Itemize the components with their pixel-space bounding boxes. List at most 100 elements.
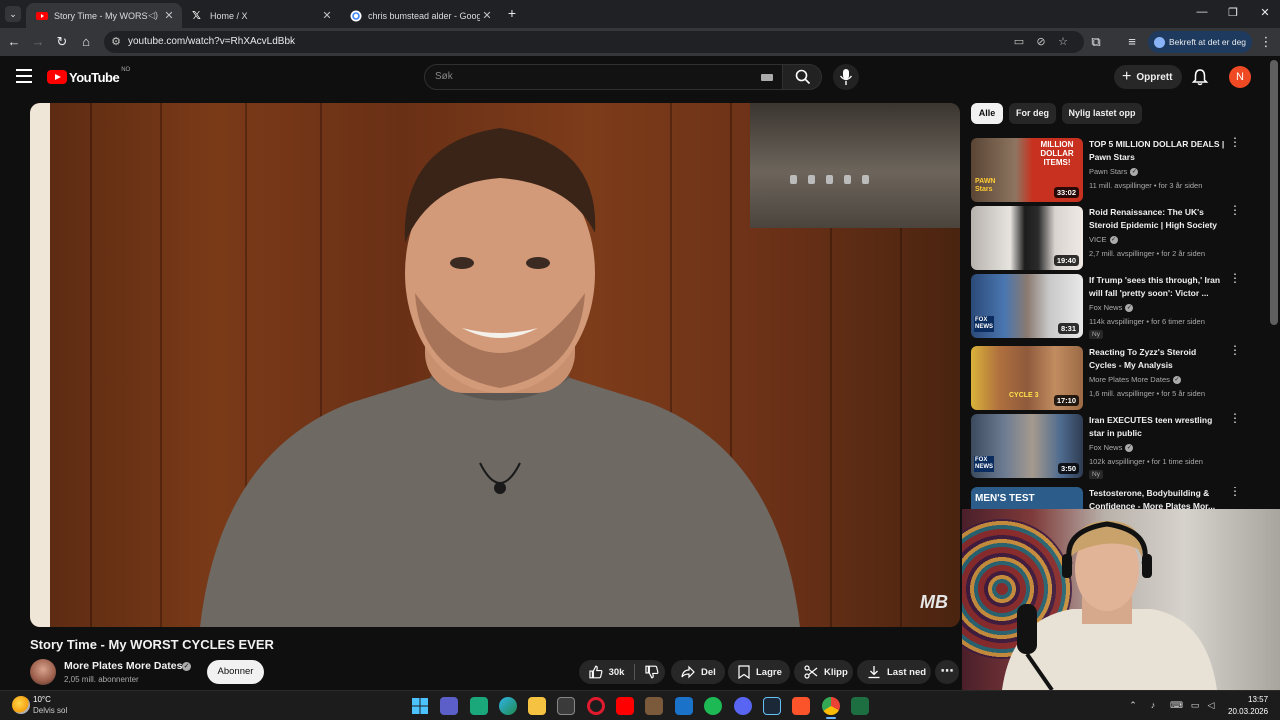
channel-avatar[interactable]	[30, 659, 56, 685]
video-title[interactable]: Testosterone, Bodybuilding & Confidence …	[1089, 487, 1225, 509]
extensions-icon[interactable]: ⧉	[1088, 34, 1104, 50]
tab-audio-icon[interactable]: ◁)	[148, 10, 158, 21]
spotify-icon[interactable]	[704, 697, 722, 715]
minimize-icon[interactable]: —	[1194, 6, 1210, 18]
video-title[interactable]: Roid Renaissance: The UK's Steroid Epide…	[1089, 206, 1225, 232]
clip-button[interactable]: Klipp	[794, 660, 853, 684]
video-title[interactable]: If Trump 'sees this through,' Iran will …	[1089, 274, 1225, 300]
youtube-logo[interactable]: YouTube NO	[47, 67, 130, 85]
tray-volume-icon[interactable]: ◁	[1206, 700, 1216, 710]
like-count[interactable]: 30k	[609, 667, 625, 678]
browser-tab-google[interactable]: chris bumstead alder - Google ✕	[340, 3, 500, 28]
thumbs-up-icon[interactable]	[589, 665, 603, 679]
recommended-video[interactable]: 19:40 Roid Renaissance: The UK's Steroid…	[971, 204, 1261, 270]
browser-tab-youtube[interactable]: Story Time - My WORST CY ◁) ✕	[26, 3, 182, 28]
address-bar[interactable]: ⚙ youtube.com/watch?v=RhXAcvLdBbk ▭ ⊘ ☆	[104, 31, 1084, 53]
video-title[interactable]: Iran EXECUTES teen wrestling star in pub…	[1089, 414, 1225, 440]
close-window-icon[interactable]: ✕	[1257, 6, 1273, 19]
tray-keyboard-icon[interactable]: ⌨	[1170, 700, 1183, 710]
create-button[interactable]: + Opprett	[1114, 65, 1182, 89]
terminal-app-icon[interactable]	[470, 697, 488, 715]
filter-chip-all[interactable]: Alle	[971, 103, 1003, 124]
weather-sun-icon[interactable]	[12, 696, 30, 714]
new-tab-button[interactable]: +	[505, 6, 519, 20]
download-button[interactable]: Last ned	[857, 660, 931, 684]
reload-icon[interactable]: ↻	[54, 34, 70, 50]
search-input[interactable]: Søk	[424, 64, 784, 90]
video-menu-icon[interactable]: ⋮	[1229, 204, 1241, 216]
save-button[interactable]: Lagre	[728, 660, 790, 684]
filter-chip-recent[interactable]: Nylig lastet opp	[1062, 103, 1142, 124]
video-thumbnail[interactable]: MILLION DOLLAR ITEMS! PAWN Stars 33:02	[971, 138, 1083, 202]
video-menu-icon[interactable]: ⋮	[1229, 344, 1241, 356]
voice-search-button[interactable]	[833, 64, 859, 90]
channel-name[interactable]: VICE ✓	[1089, 235, 1118, 245]
recommended-video[interactable]: FOX NEWS 8:31 If Trump 'sees this throug…	[971, 272, 1261, 339]
excel-icon[interactable]	[851, 697, 869, 715]
filter-chip-for-you[interactable]: For deg	[1009, 103, 1056, 124]
back-arrow-icon[interactable]: ←	[6, 34, 22, 50]
video-thumbnail[interactable]: FOX NEWS 8:31	[971, 274, 1083, 338]
bookmark-star-icon[interactable]: ☆	[1056, 35, 1070, 49]
steam-icon[interactable]	[763, 697, 781, 715]
thumbs-down-icon[interactable]	[645, 665, 659, 679]
windows-start-icon[interactable]	[411, 697, 429, 715]
channel-name[interactable]: Pawn Stars ✓	[1089, 167, 1139, 177]
tab-search-menu-button[interactable]: ⌄	[5, 6, 21, 22]
channel-name[interactable]: More Plates More Dates	[64, 660, 182, 672]
weather-temperature[interactable]: 10°C	[33, 695, 51, 704]
profile-verify-chip[interactable]: Bekreft at det er deg	[1148, 31, 1252, 53]
weather-condition[interactable]: Delvis sol	[33, 706, 67, 715]
youtube-app-icon[interactable]	[616, 697, 634, 715]
recommended-video[interactable]: MILLION DOLLAR ITEMS! PAWN Stars 33:02 T…	[971, 136, 1261, 202]
notifications-bell-icon[interactable]	[1191, 68, 1209, 86]
eye-off-icon[interactable]: ⊘	[1034, 35, 1048, 49]
share-button[interactable]: Del	[671, 660, 725, 684]
media-app-icon[interactable]	[645, 697, 663, 715]
channel-name[interactable]: Fox News ✓	[1089, 303, 1134, 313]
file-explorer-icon[interactable]	[528, 697, 546, 715]
account-avatar[interactable]: N	[1229, 66, 1251, 88]
opera-icon[interactable]	[587, 697, 605, 715]
cast-icon[interactable]: ▭	[1012, 35, 1026, 49]
browser-tab-x[interactable]: 𝕏 Home / X ✕	[182, 3, 340, 28]
discord-icon[interactable]	[734, 697, 752, 715]
video-thumbnail[interactable]: FOX NEWS 3:50	[971, 414, 1083, 478]
tray-overflow-icon[interactable]: ⌃	[1128, 700, 1138, 710]
more-actions-icon[interactable]: ⋯	[935, 660, 959, 684]
restore-icon[interactable]: ❐	[1225, 6, 1241, 19]
reading-list-icon[interactable]: ≡	[1124, 34, 1140, 50]
channel-watermark[interactable]: MB	[920, 592, 948, 613]
brave-browser-icon[interactable]	[792, 697, 810, 715]
video-menu-icon[interactable]: ⋮	[1229, 487, 1241, 497]
outlook-icon[interactable]	[675, 697, 693, 715]
tab-close-icon[interactable]: ✕	[162, 9, 176, 22]
video-thumbnail[interactable]: 19:40	[971, 206, 1083, 270]
store-icon[interactable]	[557, 697, 575, 715]
site-info-icon[interactable]: ⚙	[109, 35, 123, 49]
tray-display-icon[interactable]: ▭	[1190, 700, 1200, 710]
video-menu-icon[interactable]: ⋮	[1229, 412, 1241, 424]
channel-name[interactable]: Fox News ✓	[1089, 443, 1134, 453]
tab-close-icon[interactable]: ✕	[320, 9, 334, 22]
hamburger-menu-icon[interactable]	[16, 69, 32, 83]
channel-name[interactable]: More Plates More Dates ✓	[1089, 375, 1181, 385]
clock-time[interactable]: 13:57	[1248, 695, 1268, 704]
home-icon[interactable]: ⌂	[78, 34, 94, 50]
page-scrollbar[interactable]	[1270, 60, 1278, 325]
video-title[interactable]: Reacting To Zyzz's Steroid Cycles - My A…	[1089, 346, 1225, 372]
keyboard-icon[interactable]	[761, 74, 773, 81]
video-thumbnail[interactable]: MEN'S TEST	[971, 487, 1083, 509]
recommended-video[interactable]: FOX NEWS 3:50 Iran EXECUTES teen wrestli…	[971, 412, 1261, 479]
recommended-video[interactable]: CYCLE 3 17:10 Reacting To Zyzz's Steroid…	[971, 344, 1261, 410]
recommended-video[interactable]: MEN'S TEST Testosterone, Bodybuilding & …	[971, 487, 1261, 509]
edge-browser-icon[interactable]	[499, 697, 517, 715]
video-player[interactable]: MB	[30, 103, 960, 627]
video-menu-icon[interactable]: ⋮	[1229, 136, 1241, 148]
video-thumbnail[interactable]: CYCLE 3 17:10	[971, 346, 1083, 410]
clock-date[interactable]: 20.03.2026	[1228, 707, 1268, 716]
browser-menu-icon[interactable]: ⋮	[1258, 34, 1274, 50]
chrome-icon[interactable]	[822, 697, 840, 715]
tab-close-icon[interactable]: ✕	[480, 9, 494, 22]
tray-microphone-icon[interactable]: ♪	[1148, 700, 1158, 710]
